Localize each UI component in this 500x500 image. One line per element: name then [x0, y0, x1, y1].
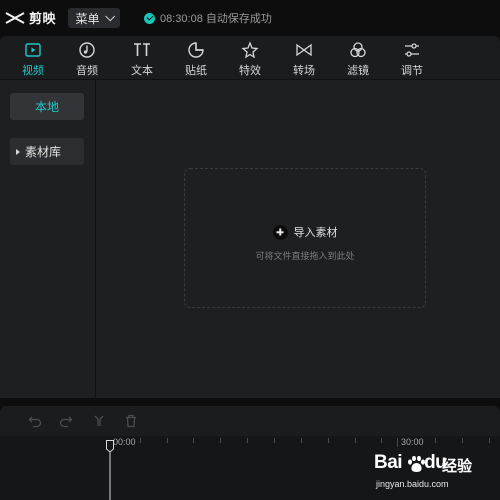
- ruler-tick: [397, 438, 398, 447]
- text-icon: [134, 43, 150, 56]
- adjust-icon: [405, 43, 419, 57]
- ruler-tick: [140, 438, 141, 443]
- tab-audio[interactable]: 音频: [67, 39, 107, 79]
- ruler-tick: [193, 438, 194, 443]
- title-bar: 剪映 菜单 08:30:08 自动保存成功: [0, 0, 500, 36]
- paw-icon: [408, 455, 425, 472]
- filter-icon: [350, 42, 366, 58]
- watermark-url: jingyan.baidu.com: [376, 479, 449, 489]
- chevron-down-icon: [104, 10, 115, 21]
- tab-label: 滤镜: [347, 65, 369, 77]
- ruler-tick: [167, 438, 168, 443]
- ruler-tick: [328, 438, 329, 443]
- tab-transition[interactable]: 转场: [284, 39, 324, 79]
- save-status: 08:30:08 自动保存成功: [144, 10, 272, 26]
- ruler-tick: [462, 438, 463, 443]
- audio-icon: [79, 42, 95, 58]
- redo-icon[interactable]: [59, 414, 73, 428]
- app-logo: 剪映: [4, 8, 56, 27]
- source-sidebar: 本地 素材库: [0, 80, 96, 398]
- timeline-toolbar: [0, 406, 500, 436]
- playhead[interactable]: [106, 440, 114, 500]
- media-toolbar: 视频 音频 文本 贴纸 特效 转场 滤镜 调节: [0, 36, 500, 80]
- sidebar-item-label: 素材库: [25, 145, 62, 159]
- baidu-watermark: Bai du 经验 jingyan.baidu.com: [372, 452, 492, 496]
- tab-video[interactable]: 视频: [13, 39, 53, 79]
- undo-icon[interactable]: [28, 414, 42, 428]
- ruler-tick: [247, 438, 248, 443]
- delete-icon[interactable]: [124, 414, 138, 428]
- sidebar-item-local[interactable]: 本地: [10, 93, 84, 120]
- import-dropzone[interactable]: 导入素材 可将文件直接拖入到此处: [184, 168, 426, 308]
- ruler-tick: [220, 438, 221, 443]
- ruler-tick: [435, 438, 436, 443]
- tab-adjust[interactable]: 调节: [392, 39, 432, 79]
- import-button[interactable]: 导入素材: [185, 224, 425, 240]
- import-label: 导入素材: [293, 227, 338, 239]
- sticker-icon: [188, 42, 204, 58]
- tab-label: 转场: [293, 65, 315, 77]
- panel-divider[interactable]: [0, 398, 500, 406]
- tab-label: 贴纸: [185, 65, 207, 77]
- tab-label: 特效: [239, 65, 261, 77]
- ruler-tick: [489, 438, 490, 443]
- time-label-mark: 30:00: [401, 437, 424, 447]
- menu-label: 菜单: [75, 11, 100, 26]
- tab-label: 视频: [22, 65, 44, 77]
- app-name: 剪映: [29, 11, 57, 26]
- capcut-logo-icon: [5, 11, 25, 24]
- media-panel: 导入素材 可将文件直接拖入到此处: [96, 80, 500, 398]
- video-icon: [25, 43, 41, 57]
- ruler-tick: [355, 438, 356, 443]
- tab-filter[interactable]: 滤镜: [338, 39, 378, 79]
- tab-label: 调节: [401, 65, 423, 77]
- effects-icon: [241, 41, 259, 59]
- watermark-logo-head: Bai: [374, 452, 403, 473]
- ruler-tick: [274, 438, 275, 443]
- time-label-start: 00:00: [113, 437, 136, 447]
- caret-right-icon: [16, 148, 20, 155]
- check-icon: [144, 12, 155, 24]
- transition-icon: [296, 43, 312, 57]
- split-icon[interactable]: [92, 414, 106, 428]
- tab-text[interactable]: 文本: [122, 39, 162, 79]
- ruler-tick: [301, 438, 302, 443]
- import-hint: 可将文件直接拖入到此处: [255, 251, 355, 261]
- plus-icon: [272, 224, 288, 240]
- tab-effects[interactable]: 特效: [230, 39, 270, 79]
- tab-label: 音频: [76, 65, 98, 77]
- tab-label: 文本: [131, 65, 153, 77]
- sidebar-item-library[interactable]: 素材库: [10, 138, 84, 165]
- watermark-suffix: 经验: [442, 458, 473, 475]
- save-status-text: 08:30:08 自动保存成功: [160, 13, 272, 25]
- menu-button[interactable]: 菜单: [68, 8, 120, 28]
- ruler-tick: [381, 438, 382, 443]
- tab-sticker[interactable]: 贴纸: [176, 39, 216, 79]
